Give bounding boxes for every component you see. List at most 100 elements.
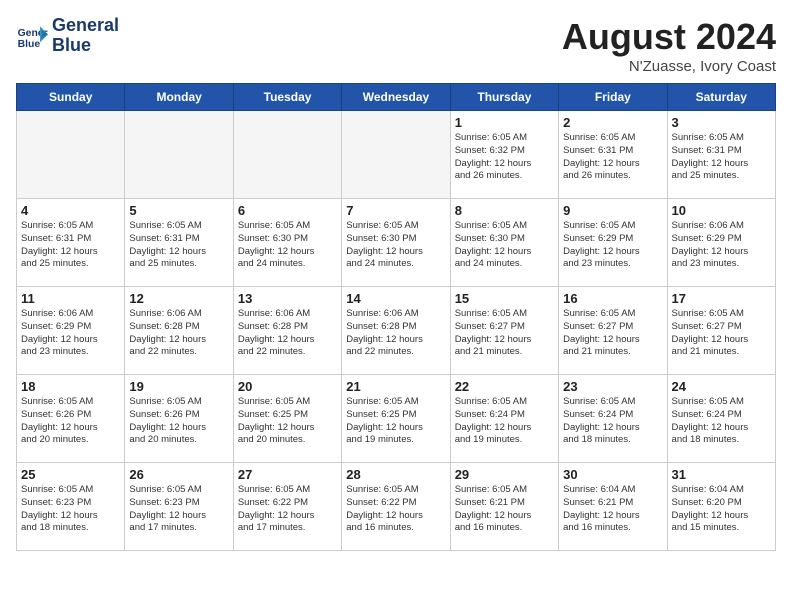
day-info: Sunrise: 6:05 AM Sunset: 6:31 PM Dayligh… xyxy=(672,132,771,183)
calendar-cell: 9 Sunrise: 6:05 AM Sunset: 6:29 PM Daylig… xyxy=(559,199,667,287)
day-info: Sunrise: 6:05 AM Sunset: 6:31 PM Dayligh… xyxy=(21,220,120,271)
day-number: 28 xyxy=(346,467,445,482)
calendar-cell: 4 Sunrise: 6:05 AM Sunset: 6:31 PM Daylig… xyxy=(17,199,125,287)
calendar-cell: 28Sunrise: 6:05 AM Sunset: 6:22 PM Dayli… xyxy=(342,463,450,551)
day-info: Sunrise: 6:04 AM Sunset: 6:21 PM Dayligh… xyxy=(563,484,662,535)
day-number: 26 xyxy=(129,467,228,482)
day-number: 16 xyxy=(563,291,662,306)
day-info: Sunrise: 6:05 AM Sunset: 6:30 PM Dayligh… xyxy=(346,220,445,271)
calendar-cell xyxy=(342,111,450,199)
day-info: Sunrise: 6:05 AM Sunset: 6:23 PM Dayligh… xyxy=(21,484,120,535)
calendar-cell: 19 Sunrise: 6:05 AM Sunset: 6:26 PM Dayli… xyxy=(125,375,233,463)
calendar-cell: 14 Sunrise: 6:06 AM Sunset: 6:28 PM Dayli… xyxy=(342,287,450,375)
day-info: Sunrise: 6:06 AM Sunset: 6:29 PM Dayligh… xyxy=(21,308,120,359)
calendar-cell: 17Sunrise: 6:05 AM Sunset: 6:27 PM Dayli… xyxy=(667,287,775,375)
title-area: August 2024 N'Zuasse, Ivory Coast xyxy=(562,16,776,75)
day-header-tuesday: Tuesday xyxy=(233,84,341,111)
day-info: Sunrise: 6:05 AM Sunset: 6:24 PM Dayligh… xyxy=(455,396,554,447)
calendar-cell: 24 Sunrise: 6:05 AM Sunset: 6:24 PM Dayli… xyxy=(667,375,775,463)
week-row-2: 4 Sunrise: 6:05 AM Sunset: 6:31 PM Daylig… xyxy=(17,199,776,287)
day-info: Sunrise: 6:05 AM Sunset: 6:25 PM Dayligh… xyxy=(238,396,337,447)
day-info: Sunrise: 6:06 AM Sunset: 6:28 PM Dayligh… xyxy=(346,308,445,359)
logo-icon: General Blue xyxy=(16,20,48,52)
day-number: 21 xyxy=(346,379,445,394)
week-row-5: 25Sunrise: 6:05 AM Sunset: 6:23 PM Dayli… xyxy=(17,463,776,551)
day-header-monday: Monday xyxy=(125,84,233,111)
day-number: 7 xyxy=(346,203,445,218)
month-year: August 2024 xyxy=(562,16,776,58)
day-number: 31 xyxy=(672,467,771,482)
calendar-cell: 13 Sunrise: 6:06 AM Sunset: 6:28 PM Dayli… xyxy=(233,287,341,375)
calendar-cell: 1 Sunrise: 6:05 AM Sunset: 6:32 PM Daylig… xyxy=(450,111,558,199)
days-header-row: SundayMondayTuesdayWednesdayThursdayFrid… xyxy=(17,84,776,111)
day-info: Sunrise: 6:06 AM Sunset: 6:29 PM Dayligh… xyxy=(672,220,771,271)
logo-text-line2: Blue xyxy=(52,36,119,56)
calendar-cell: 16 Sunrise: 6:05 AM Sunset: 6:27 PM Dayli… xyxy=(559,287,667,375)
day-info: Sunrise: 6:06 AM Sunset: 6:28 PM Dayligh… xyxy=(129,308,228,359)
logo-text-line1: General xyxy=(52,16,119,36)
header: General Blue General Blue August 2024 N'… xyxy=(16,16,776,75)
calendar-cell: 30 Sunrise: 6:04 AM Sunset: 6:21 PM Dayli… xyxy=(559,463,667,551)
day-number: 3 xyxy=(672,115,771,130)
day-header-thursday: Thursday xyxy=(450,84,558,111)
calendar-cell: 29Sunrise: 6:05 AM Sunset: 6:21 PM Dayli… xyxy=(450,463,558,551)
calendar-cell: 22Sunrise: 6:05 AM Sunset: 6:24 PM Dayli… xyxy=(450,375,558,463)
day-header-saturday: Saturday xyxy=(667,84,775,111)
calendar-cell: 27Sunrise: 6:05 AM Sunset: 6:22 PM Dayli… xyxy=(233,463,341,551)
day-info: Sunrise: 6:05 AM Sunset: 6:31 PM Dayligh… xyxy=(129,220,228,271)
day-info: Sunrise: 6:05 AM Sunset: 6:27 PM Dayligh… xyxy=(563,308,662,359)
day-info: Sunrise: 6:05 AM Sunset: 6:26 PM Dayligh… xyxy=(129,396,228,447)
day-number: 24 xyxy=(672,379,771,394)
day-info: Sunrise: 6:05 AM Sunset: 6:32 PM Dayligh… xyxy=(455,132,554,183)
day-number: 14 xyxy=(346,291,445,306)
calendar-cell: 21 Sunrise: 6:05 AM Sunset: 6:25 PM Dayli… xyxy=(342,375,450,463)
day-number: 9 xyxy=(563,203,662,218)
day-number: 19 xyxy=(129,379,228,394)
day-number: 17 xyxy=(672,291,771,306)
calendar-cell: 26 Sunrise: 6:05 AM Sunset: 6:23 PM Dayli… xyxy=(125,463,233,551)
day-number: 12 xyxy=(129,291,228,306)
day-number: 1 xyxy=(455,115,554,130)
day-number: 18 xyxy=(21,379,120,394)
svg-text:Blue: Blue xyxy=(18,39,41,50)
calendar-cell: 7 Sunrise: 6:05 AM Sunset: 6:30 PM Daylig… xyxy=(342,199,450,287)
day-number: 4 xyxy=(21,203,120,218)
day-header-wednesday: Wednesday xyxy=(342,84,450,111)
day-number: 20 xyxy=(238,379,337,394)
day-info: Sunrise: 6:05 AM Sunset: 6:29 PM Dayligh… xyxy=(563,220,662,271)
calendar-cell: 20 Sunrise: 6:05 AM Sunset: 6:25 PM Dayli… xyxy=(233,375,341,463)
calendar-cell xyxy=(125,111,233,199)
calendar-cell: 15Sunrise: 6:05 AM Sunset: 6:27 PM Dayli… xyxy=(450,287,558,375)
calendar-cell: 10 Sunrise: 6:06 AM Sunset: 6:29 PM Dayli… xyxy=(667,199,775,287)
day-number: 8 xyxy=(455,203,554,218)
calendar-cell: 23Sunrise: 6:05 AM Sunset: 6:24 PM Dayli… xyxy=(559,375,667,463)
day-info: Sunrise: 6:05 AM Sunset: 6:24 PM Dayligh… xyxy=(563,396,662,447)
day-info: Sunrise: 6:05 AM Sunset: 6:23 PM Dayligh… xyxy=(129,484,228,535)
calendar-cell: 18 Sunrise: 6:05 AM Sunset: 6:26 PM Dayli… xyxy=(17,375,125,463)
day-info: Sunrise: 6:04 AM Sunset: 6:20 PM Dayligh… xyxy=(672,484,771,535)
day-info: Sunrise: 6:05 AM Sunset: 6:30 PM Dayligh… xyxy=(455,220,554,271)
day-number: 6 xyxy=(238,203,337,218)
calendar-cell: 2Sunrise: 6:05 AM Sunset: 6:31 PM Daylig… xyxy=(559,111,667,199)
week-row-4: 18 Sunrise: 6:05 AM Sunset: 6:26 PM Dayli… xyxy=(17,375,776,463)
day-number: 30 xyxy=(563,467,662,482)
day-info: Sunrise: 6:05 AM Sunset: 6:25 PM Dayligh… xyxy=(346,396,445,447)
calendar-cell: 6 Sunrise: 6:05 AM Sunset: 6:30 PM Daylig… xyxy=(233,199,341,287)
day-number: 29 xyxy=(455,467,554,482)
day-info: Sunrise: 6:05 AM Sunset: 6:24 PM Dayligh… xyxy=(672,396,771,447)
day-number: 13 xyxy=(238,291,337,306)
calendar-cell: 31 Sunrise: 6:04 AM Sunset: 6:20 PM Dayli… xyxy=(667,463,775,551)
calendar-cell: 11Sunrise: 6:06 AM Sunset: 6:29 PM Dayli… xyxy=(17,287,125,375)
week-row-1: 1 Sunrise: 6:05 AM Sunset: 6:32 PM Daylig… xyxy=(17,111,776,199)
week-row-3: 11Sunrise: 6:06 AM Sunset: 6:29 PM Dayli… xyxy=(17,287,776,375)
day-info: Sunrise: 6:05 AM Sunset: 6:30 PM Dayligh… xyxy=(238,220,337,271)
logo: General Blue General Blue xyxy=(16,16,119,56)
day-header-sunday: Sunday xyxy=(17,84,125,111)
day-number: 5 xyxy=(129,203,228,218)
day-info: Sunrise: 6:06 AM Sunset: 6:28 PM Dayligh… xyxy=(238,308,337,359)
location: N'Zuasse, Ivory Coast xyxy=(562,58,776,75)
day-number: 10 xyxy=(672,203,771,218)
calendar-cell xyxy=(233,111,341,199)
day-number: 15 xyxy=(455,291,554,306)
day-info: Sunrise: 6:05 AM Sunset: 6:26 PM Dayligh… xyxy=(21,396,120,447)
